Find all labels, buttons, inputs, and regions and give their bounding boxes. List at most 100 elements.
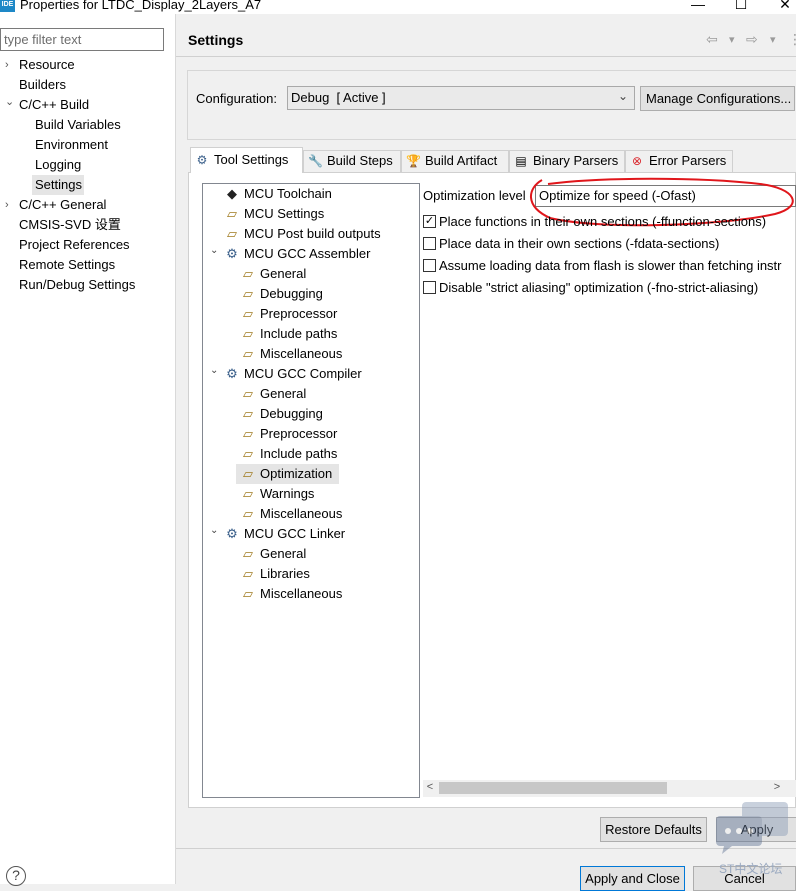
tree-item[interactable]: ▱ Libraries <box>204 564 418 584</box>
back-arrow-icon[interactable]: ⇦ <box>706 31 718 48</box>
tab-build-steps[interactable]: 🔧 Build Steps <box>303 150 401 172</box>
tab-label: Build Steps <box>327 153 393 168</box>
tree-item[interactable]: ▱ Miscellaneous <box>204 584 418 604</box>
tree-item-label: Include paths <box>260 326 338 341</box>
tree-item[interactable]: ▱ Include paths <box>204 444 418 464</box>
wrench-icon: 🔧 <box>308 154 323 168</box>
chevron-down-icon[interactable]: ⌄ <box>210 361 218 381</box>
trophy-icon: 🏆 <box>406 154 421 168</box>
nav-item[interactable]: Environment <box>0 135 174 155</box>
tab-label: Build Artifact <box>425 153 498 168</box>
tree-item-label: Miscellaneous <box>260 586 343 601</box>
checkbox-unchecked[interactable] <box>423 281 436 294</box>
tree-item[interactable]: ▱ Miscellaneous <box>204 344 418 364</box>
tree-item[interactable]: ▱ General <box>204 384 418 404</box>
help-icon[interactable]: ? <box>6 866 26 886</box>
tab-label: Tool Settings <box>214 152 289 167</box>
nav-item[interactable]: Logging <box>0 155 174 175</box>
nav-item[interactable]: › C/C++ General <box>0 195 174 215</box>
tree-item[interactable]: ▱ Optimization <box>236 464 339 484</box>
configuration-label: Configuration: <box>196 91 277 106</box>
tool-option-icon: ▱ <box>243 286 253 301</box>
option-checkbox-row[interactable]: Place data in their own sections (-fdata… <box>423 236 796 254</box>
tab-build-artifact[interactable]: 🏆 Build Artifact <box>401 150 509 172</box>
close-icon[interactable]: ✕ <box>775 0 795 12</box>
tree-item[interactable]: ▱ General <box>204 544 418 564</box>
tree-item-label: MCU GCC Assembler <box>244 246 371 261</box>
manage-configurations-button[interactable]: Manage Configurations... <box>640 86 795 111</box>
tree-item[interactable]: ▱ General <box>204 264 418 284</box>
option-checkbox-row[interactable]: ✓ Place functions in their own sections (… <box>423 214 796 232</box>
tool-option-icon: ▱ <box>243 386 253 401</box>
checkbox-unchecked[interactable] <box>423 259 436 272</box>
tree-item[interactable]: ▱ Preprocessor <box>204 424 418 444</box>
tree-item[interactable]: ▱ MCU Settings <box>204 204 418 224</box>
nav-item[interactable]: › Resource <box>0 55 174 75</box>
tree-item[interactable]: ▱ Preprocessor <box>204 304 418 324</box>
tree-item[interactable]: ▱ Warnings <box>204 484 418 504</box>
chevron-down-icon[interactable]: ⌄ <box>5 92 14 112</box>
chevron-right-icon[interactable]: › <box>5 55 9 75</box>
tree-item[interactable]: ▱ Debugging <box>204 404 418 424</box>
chevron-down-icon[interactable]: ⌄ <box>210 521 218 541</box>
nav-item-label: Remote Settings <box>19 257 116 272</box>
tool-option-icon: ▱ <box>243 506 253 521</box>
nav-item-label: C/C++ General <box>19 197 107 212</box>
optimization-level-value: Optimize for speed (-Ofast) <box>539 188 696 203</box>
tree-item-label: General <box>260 386 307 401</box>
minimize-icon[interactable]: — <box>688 0 708 12</box>
checkbox-unchecked[interactable] <box>423 237 436 250</box>
nav-item[interactable]: ⌄ C/C++ Build <box>0 95 174 115</box>
option-checkbox-label: Place functions in their own sections (-… <box>439 214 767 229</box>
tree-item[interactable]: ⌄ ⚙ MCU GCC Linker <box>204 524 418 544</box>
option-checkbox-row[interactable]: Assume loading data from flash is slower… <box>423 258 796 276</box>
nav-item[interactable]: Run/Debug Settings <box>0 275 174 295</box>
ide-app-icon: IDE <box>0 0 15 12</box>
more-options-icon[interactable]: ⋮ <box>788 31 796 48</box>
tree-item[interactable]: ▱ Debugging <box>204 284 418 304</box>
scroll-right-icon[interactable]: > <box>770 779 784 796</box>
chevron-down-icon: ⌄ <box>618 89 629 103</box>
tree-item-label: Preprocessor <box>260 306 338 321</box>
filter-input[interactable] <box>0 28 164 51</box>
tool-option-icon: ▱ <box>243 406 253 421</box>
tree-item-label: MCU Settings <box>244 206 325 221</box>
nav-item-label: C/C++ Build <box>19 97 90 112</box>
tree-item[interactable]: ⌄ ⚙ MCU GCC Compiler <box>204 364 418 384</box>
chevron-down-icon[interactable]: ⌄ <box>210 241 218 261</box>
back-menu-icon[interactable]: ▾ <box>729 33 735 46</box>
pane-divider[interactable] <box>175 14 176 884</box>
tree-item-label: MCU GCC Compiler <box>244 366 362 381</box>
tree-item[interactable]: ▱ Miscellaneous <box>204 504 418 524</box>
binary-list-icon: ▤ <box>515 154 527 168</box>
scrollbar-thumb[interactable] <box>439 782 667 794</box>
chevron-right-icon[interactable]: › <box>5 195 9 215</box>
maximize-icon[interactable]: ☐ <box>731 0 751 12</box>
nav-item[interactable]: Project References <box>0 235 174 255</box>
forward-menu-icon[interactable]: ▾ <box>770 33 776 46</box>
window-title: Properties for LTDC_Display_2Layers_A7 <box>20 0 262 12</box>
tool-option-icon: ▱ <box>243 466 253 481</box>
tool-option-icon: ▱ <box>243 346 253 361</box>
checkbox-checked[interactable]: ✓ <box>423 215 436 228</box>
apply-and-close-button[interactable]: Apply and Close <box>580 866 685 891</box>
tree-item-label: Debugging <box>260 406 323 421</box>
option-checkbox-row[interactable]: Disable "strict aliasing" optimization (… <box>423 280 796 298</box>
forward-arrow-icon[interactable]: ⇨ <box>746 31 758 48</box>
nav-item[interactable]: Builders <box>0 75 174 95</box>
tree-item[interactable]: ◆ MCU Toolchain <box>204 184 418 204</box>
tab-error-parsers[interactable]: ⊗ Error Parsers <box>625 150 733 172</box>
tool-option-icon: ▱ <box>243 446 253 461</box>
page-title: Settings <box>188 32 244 48</box>
nav-item[interactable]: Remote Settings <box>0 255 174 275</box>
tab-tool-settings[interactable]: ⚙ Tool Settings <box>190 147 303 173</box>
tree-item[interactable]: ▱ Include paths <box>204 324 418 344</box>
tree-item[interactable]: ▱ MCU Post build outputs <box>204 224 418 244</box>
tab-binary-parsers[interactable]: ▤ Binary Parsers <box>509 150 625 172</box>
restore-defaults-button[interactable]: Restore Defaults <box>600 817 707 842</box>
nav-item[interactable]: Settings <box>32 175 84 195</box>
tree-item[interactable]: ⌄ ⚙ MCU GCC Assembler <box>204 244 418 264</box>
nav-item[interactable]: Build Variables <box>0 115 174 135</box>
scroll-left-icon[interactable]: < <box>423 779 437 796</box>
nav-item[interactable]: CMSIS-SVD 设置 <box>0 215 174 235</box>
